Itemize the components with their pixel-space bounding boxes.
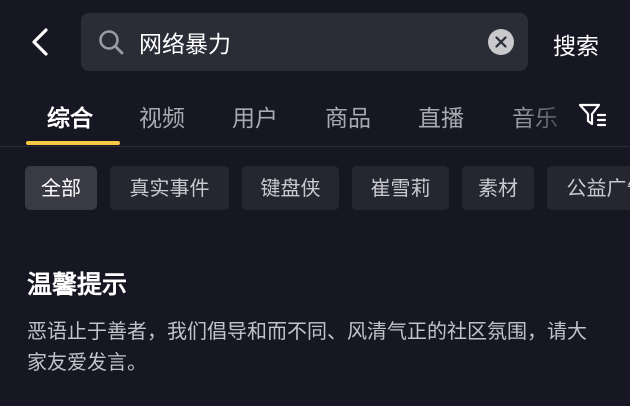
back-button[interactable] bbox=[18, 20, 62, 64]
tab-music[interactable]: 音乐 bbox=[512, 99, 558, 133]
topic-chips: 全部 真实事件 键盘侠 崔雪莉 素材 公益广告 bbox=[0, 163, 630, 213]
search-results-page: 搜索 综合 视频 用户 商品 直播 音乐 全部 真实事件 键盘侠 崔雪莉 素材 … bbox=[0, 0, 630, 406]
chip-public-service-ads[interactable]: 公益广告 bbox=[547, 166, 630, 210]
filter-icon[interactable] bbox=[577, 100, 607, 130]
active-tab-indicator bbox=[26, 141, 120, 145]
top-bar: 搜索 bbox=[0, 0, 630, 84]
tab-video[interactable]: 视频 bbox=[139, 99, 185, 133]
chip-sulli[interactable]: 崔雪莉 bbox=[352, 166, 449, 210]
search-input[interactable] bbox=[139, 23, 459, 61]
tab-products[interactable]: 商品 bbox=[325, 99, 371, 133]
notice-body: 恶语止于善者，我们倡导和而不同、风清气正的社区氛围，请大家友爱发言。 bbox=[27, 319, 587, 374]
tab-live[interactable]: 直播 bbox=[418, 99, 464, 133]
tab-users[interactable]: 用户 bbox=[232, 99, 278, 133]
chip-materials[interactable]: 素材 bbox=[462, 166, 534, 210]
chevron-left-icon bbox=[32, 28, 48, 56]
notice-title: 温馨提示 bbox=[27, 270, 128, 299]
search-box[interactable] bbox=[81, 13, 528, 71]
close-icon bbox=[495, 36, 507, 48]
tabs-divider bbox=[0, 146, 630, 147]
clear-search-button[interactable] bbox=[488, 29, 514, 55]
tab-comprehensive[interactable]: 综合 bbox=[47, 99, 93, 133]
category-tabs: 综合 视频 用户 商品 直播 音乐 bbox=[0, 84, 630, 146]
chip-all[interactable]: 全部 bbox=[25, 166, 97, 210]
search-button[interactable]: 搜索 bbox=[553, 27, 599, 61]
search-icon bbox=[99, 30, 124, 55]
chip-real-events[interactable]: 真实事件 bbox=[110, 166, 229, 210]
chip-keyboard-warrior[interactable]: 键盘侠 bbox=[242, 166, 339, 210]
